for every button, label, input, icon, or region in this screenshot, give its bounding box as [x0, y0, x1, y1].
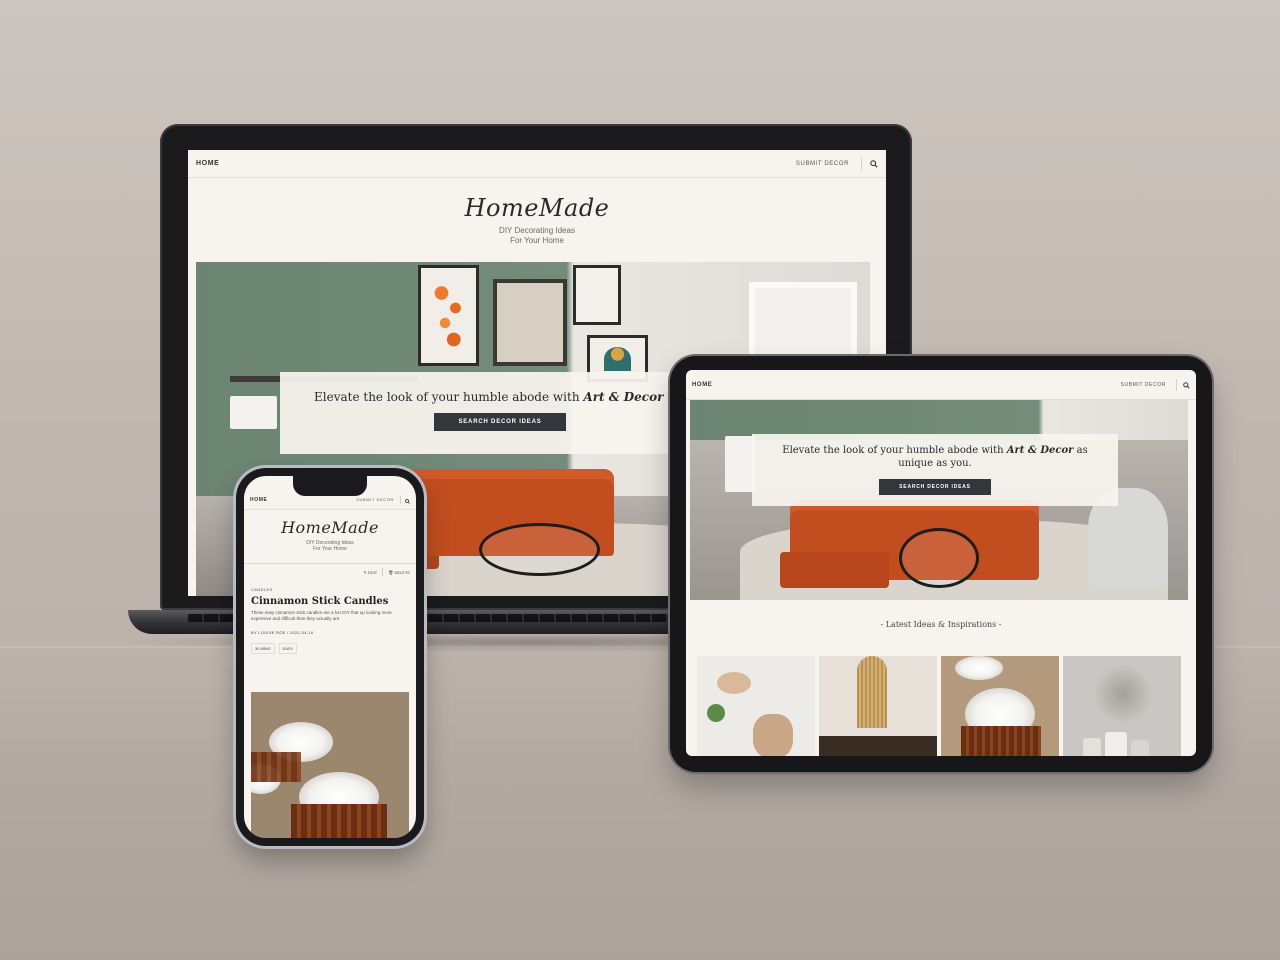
- search-icon[interactable]: [405, 491, 410, 509]
- tagline-line-2: For Your Home: [510, 236, 564, 245]
- article-title: Cinnamon Stick Candles: [251, 595, 389, 607]
- nav-home-link[interactable]: HOME: [692, 382, 712, 388]
- phone-screen: HOME SUBMIT DECOR HomeMade DIY Decoratin…: [244, 476, 416, 838]
- nav-right: SUBMIT DECOR: [356, 491, 410, 509]
- site-logo[interactable]: HomeMade: [188, 194, 886, 222]
- difficulty-tag: EASY: [278, 642, 298, 654]
- search-decor-ideas-button[interactable]: SEARCH DECOR IDEAS: [879, 479, 991, 495]
- nav-divider: [861, 156, 862, 171]
- edit-button[interactable]: ✎ EDIT: [364, 570, 378, 575]
- search-icon[interactable]: [870, 155, 878, 173]
- tablet-device: HOME SUBMIT DECOR Elevate the look of yo…: [670, 356, 1212, 772]
- article-content: CANDLES Cinnamon Stick Candles These eas…: [244, 587, 416, 654]
- hero-emphasis: Art & Decor: [1006, 445, 1074, 456]
- tagline-line-1: DIY Decorating Ideas: [499, 226, 575, 235]
- nav-right: SUBMIT DECOR: [796, 155, 878, 173]
- article-byline: BY LOUISE ROE / 2022-04-10: [251, 629, 314, 635]
- latest-idea-tile[interactable]: [1063, 656, 1181, 756]
- nav-submit-decor-link[interactable]: SUBMIT DECOR: [356, 497, 394, 502]
- latest-idea-tile[interactable]: [697, 656, 815, 756]
- article-image: [251, 692, 409, 838]
- latest-idea-tile[interactable]: [819, 656, 937, 756]
- nav-divider: [400, 495, 401, 504]
- search-decor-ideas-button[interactable]: SEARCH DECOR IDEAS: [434, 413, 566, 431]
- hero-headline: Elevate the look of your humble abode wi…: [314, 390, 692, 404]
- nav-divider: [1176, 378, 1177, 391]
- site-logo[interactable]: HomeMade: [244, 518, 416, 537]
- tablet-nav: HOME SUBMIT DECOR: [686, 370, 1196, 400]
- search-icon[interactable]: [1183, 376, 1190, 394]
- site-tagline: DIY Decorating Ideas For Your Home: [188, 226, 886, 246]
- nav-submit-decor-link[interactable]: SUBMIT DECOR: [796, 161, 849, 167]
- time-tag: 30 MINS: [251, 642, 275, 654]
- article-category[interactable]: CANDLES: [251, 587, 409, 592]
- tagline-line-2: For Your Home: [313, 546, 347, 553]
- article-tags: 30 MINS EASY: [251, 642, 409, 654]
- nav-submit-decor-link[interactable]: SUBMIT DECOR: [1121, 382, 1166, 388]
- site-tagline: DIY Decorating Ideas For Your Home: [244, 540, 416, 553]
- nav-home-link[interactable]: HOME: [196, 160, 219, 167]
- nav-home-link[interactable]: HOME: [250, 497, 267, 503]
- phone-device: HOME SUBMIT DECOR HomeMade DIY Decoratin…: [236, 468, 424, 846]
- article-excerpt: These easy cinnamon stick candles are a …: [251, 609, 392, 621]
- delete-button[interactable]: 🗑 DELETE: [388, 570, 410, 575]
- actions-divider: [382, 568, 384, 576]
- hero-headline: Elevate the look of your humble abode wi…: [782, 445, 1088, 469]
- latest-idea-tile[interactable]: [941, 656, 1059, 756]
- nav-right: SUBMIT DECOR: [1121, 376, 1190, 394]
- latest-ideas-heading: - Latest Ideas & Inspirations -: [880, 620, 1002, 629]
- article-actions: ✎ EDIT 🗑 DELETE: [244, 562, 416, 581]
- hero-card: Elevate the look of your humble abode wi…: [280, 372, 720, 454]
- tablet-screen: HOME SUBMIT DECOR Elevate the look of yo…: [686, 370, 1196, 756]
- hero-emphasis: Art & Decor: [583, 390, 664, 404]
- laptop-nav: HOME SUBMIT DECOR: [188, 150, 886, 178]
- hero-card: Elevate the look of your humble abode wi…: [752, 434, 1118, 506]
- phone-notch: [293, 476, 367, 496]
